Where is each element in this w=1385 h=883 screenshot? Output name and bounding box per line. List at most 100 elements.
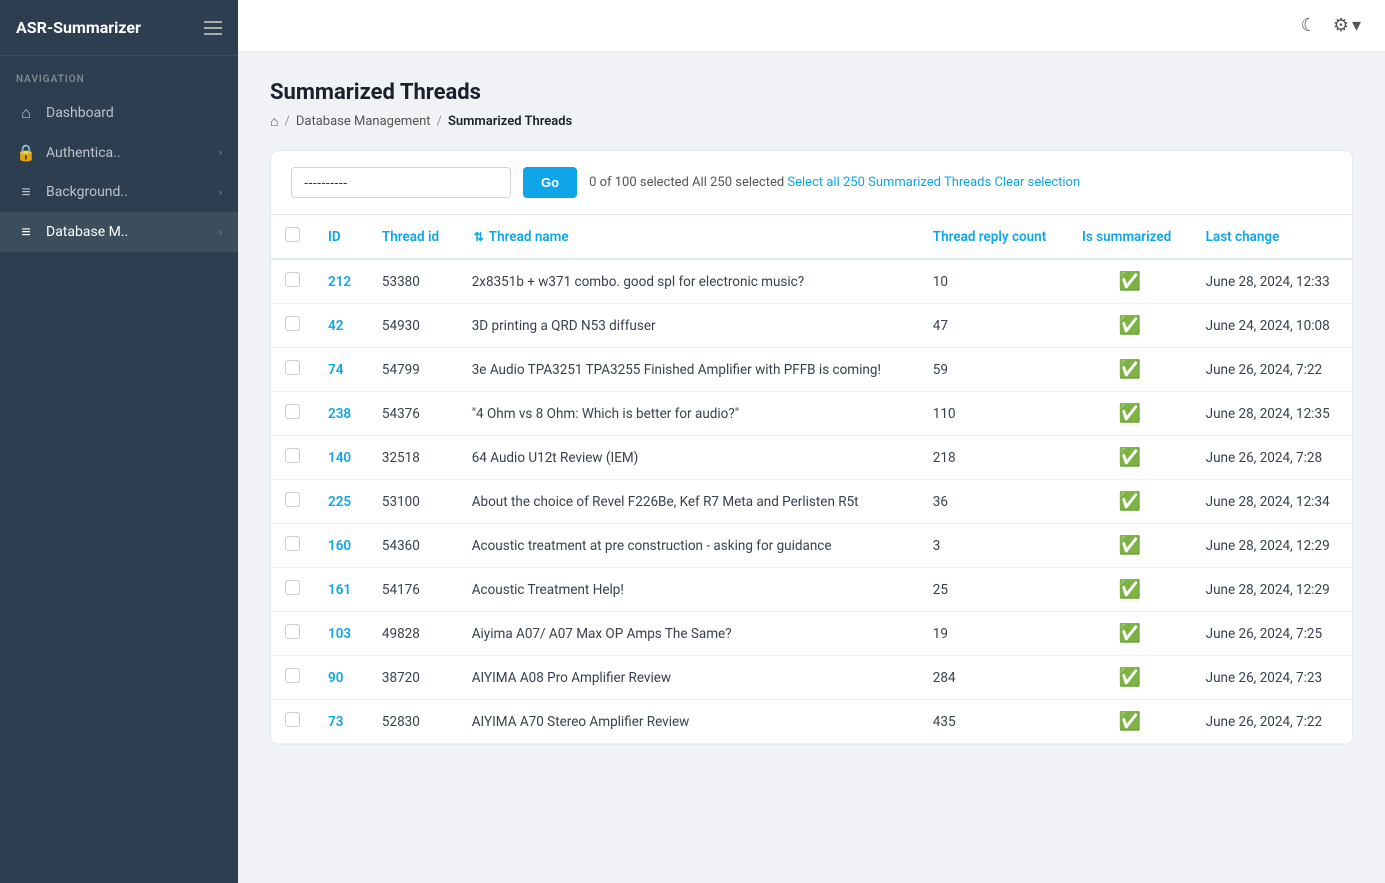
row-checkbox[interactable] bbox=[285, 360, 300, 375]
row-thread-id: 38720 bbox=[368, 656, 458, 700]
column-thread-id[interactable]: Thread id bbox=[368, 215, 458, 259]
row-reply-count: 59 bbox=[919, 348, 1068, 392]
topbar: ☾ ⚙ ▾ bbox=[238, 0, 1385, 52]
table-card: Go 0 of 100 selected All 250 selected Se… bbox=[270, 150, 1353, 745]
row-last-change: June 24, 2024, 10:08 bbox=[1192, 304, 1352, 348]
select-all-link[interactable]: Select all 250 Summarized Threads bbox=[787, 175, 991, 190]
selection-count-text: 0 of 100 selected All 250 selected bbox=[589, 175, 787, 190]
table-header-row: ID Thread id ⇅ Thread name Thread reply … bbox=[271, 215, 1352, 259]
id-link[interactable]: 212 bbox=[328, 274, 351, 290]
moon-icon[interactable]: ☾ bbox=[1301, 15, 1317, 36]
id-link[interactable]: 225 bbox=[328, 494, 351, 510]
column-thread-name[interactable]: ⇅ Thread name bbox=[458, 215, 919, 259]
app-title: ASR-Summarizer bbox=[16, 18, 141, 37]
row-is-summarized: ✅ bbox=[1068, 304, 1192, 348]
id-link[interactable]: 73 bbox=[328, 714, 343, 730]
table-row: 161 54176 Acoustic Treatment Help! 25 ✅ … bbox=[271, 568, 1352, 612]
table-row: 160 54360 Acoustic treatment at pre cons… bbox=[271, 524, 1352, 568]
settings-menu[interactable]: ⚙ ▾ bbox=[1333, 15, 1361, 36]
go-button[interactable]: Go bbox=[523, 167, 577, 198]
row-checkbox-cell bbox=[271, 392, 314, 436]
id-link[interactable]: 103 bbox=[328, 626, 351, 642]
search-input[interactable] bbox=[291, 167, 511, 198]
table-row: 73 52830 AIYIMA A70 Stereo Amplifier Rev… bbox=[271, 700, 1352, 744]
id-link[interactable]: 161 bbox=[328, 582, 351, 598]
table-row: 225 53100 About the choice of Revel F226… bbox=[271, 480, 1352, 524]
chevron-right-icon: › bbox=[219, 226, 222, 239]
row-thread-id: 54176 bbox=[368, 568, 458, 612]
row-checkbox[interactable] bbox=[285, 624, 300, 639]
row-id: 161 bbox=[314, 568, 368, 612]
sidebar-item-database[interactable]: ≡ Database M.. › bbox=[0, 212, 238, 252]
summarized-check-icon: ✅ bbox=[1082, 271, 1178, 292]
breadcrumb-parent[interactable]: Database Management bbox=[296, 114, 431, 129]
row-thread-name: AIYIMA A08 Pro Amplifier Review bbox=[458, 656, 919, 700]
database-icon: ≡ bbox=[16, 222, 36, 242]
column-thread-reply-count[interactable]: Thread reply count bbox=[919, 215, 1068, 259]
row-reply-count: 435 bbox=[919, 700, 1068, 744]
row-checkbox-cell bbox=[271, 568, 314, 612]
page-title: Summarized Threads bbox=[270, 80, 1353, 105]
row-reply-count: 47 bbox=[919, 304, 1068, 348]
chevron-right-icon: › bbox=[219, 186, 222, 199]
row-is-summarized: ✅ bbox=[1068, 480, 1192, 524]
sidebar-item-label: Dashboard bbox=[46, 105, 222, 121]
id-link[interactable]: 238 bbox=[328, 406, 351, 422]
breadcrumb-separator: / bbox=[284, 114, 289, 129]
row-last-change: June 28, 2024, 12:33 bbox=[1192, 259, 1352, 304]
id-link[interactable]: 140 bbox=[328, 450, 351, 466]
sidebar-item-label: Background.. bbox=[46, 184, 209, 200]
row-checkbox[interactable] bbox=[285, 316, 300, 331]
sidebar-header: ASR-Summarizer bbox=[0, 0, 238, 56]
row-last-change: June 26, 2024, 7:22 bbox=[1192, 348, 1352, 392]
row-checkbox[interactable] bbox=[285, 580, 300, 595]
row-thread-id: 32518 bbox=[368, 436, 458, 480]
column-is-summarized[interactable]: Is summarized bbox=[1068, 215, 1192, 259]
nav-label: NAVIGATION bbox=[0, 56, 238, 93]
hamburger-button[interactable] bbox=[204, 21, 222, 35]
row-checkbox[interactable] bbox=[285, 492, 300, 507]
row-reply-count: 218 bbox=[919, 436, 1068, 480]
row-reply-count: 284 bbox=[919, 656, 1068, 700]
row-id: 225 bbox=[314, 480, 368, 524]
home-icon: ⌂ bbox=[16, 103, 36, 123]
row-checkbox[interactable] bbox=[285, 404, 300, 419]
row-last-change: June 28, 2024, 12:29 bbox=[1192, 524, 1352, 568]
select-all-checkbox[interactable] bbox=[285, 227, 300, 242]
row-reply-count: 36 bbox=[919, 480, 1068, 524]
row-checkbox[interactable] bbox=[285, 668, 300, 683]
summarized-check-icon: ✅ bbox=[1082, 623, 1178, 644]
row-checkbox[interactable] bbox=[285, 536, 300, 551]
id-link[interactable]: 74 bbox=[328, 362, 343, 378]
row-thread-name: About the choice of Revel F226Be, Kef R7… bbox=[458, 480, 919, 524]
row-is-summarized: ✅ bbox=[1068, 568, 1192, 612]
table-toolbar: Go 0 of 100 selected All 250 selected Se… bbox=[271, 151, 1352, 215]
id-link[interactable]: 160 bbox=[328, 538, 351, 554]
row-checkbox-cell bbox=[271, 524, 314, 568]
sidebar-item-authentication[interactable]: 🔒 Authentica.. › bbox=[0, 133, 238, 172]
row-checkbox-cell bbox=[271, 304, 314, 348]
column-last-change[interactable]: Last change bbox=[1192, 215, 1352, 259]
table-row: 90 38720 AIYIMA A08 Pro Amplifier Review… bbox=[271, 656, 1352, 700]
home-breadcrumb-icon[interactable]: ⌂ bbox=[270, 113, 278, 130]
row-checkbox[interactable] bbox=[285, 272, 300, 287]
sidebar-item-background[interactable]: ≡ Background.. › bbox=[0, 172, 238, 212]
data-table: ID Thread id ⇅ Thread name Thread reply … bbox=[271, 215, 1352, 744]
row-checkbox[interactable] bbox=[285, 448, 300, 463]
column-id[interactable]: ID bbox=[314, 215, 368, 259]
id-link[interactable]: 90 bbox=[328, 670, 343, 686]
row-checkbox[interactable] bbox=[285, 712, 300, 727]
table-row: 212 53380 2x8351b + w371 combo. good spl… bbox=[271, 259, 1352, 304]
clear-selection-link[interactable]: Clear selection bbox=[994, 175, 1080, 190]
chevron-right-icon: › bbox=[219, 146, 222, 159]
row-thread-id: 49828 bbox=[368, 612, 458, 656]
row-thread-name: 64 Audio U12t Review (IEM) bbox=[458, 436, 919, 480]
id-link[interactable]: 42 bbox=[328, 318, 343, 334]
row-is-summarized: ✅ bbox=[1068, 612, 1192, 656]
row-reply-count: 19 bbox=[919, 612, 1068, 656]
row-last-change: June 28, 2024, 12:34 bbox=[1192, 480, 1352, 524]
row-checkbox-cell bbox=[271, 348, 314, 392]
sidebar-item-dashboard[interactable]: ⌂ Dashboard bbox=[0, 93, 238, 133]
row-last-change: June 26, 2024, 7:25 bbox=[1192, 612, 1352, 656]
row-is-summarized: ✅ bbox=[1068, 700, 1192, 744]
